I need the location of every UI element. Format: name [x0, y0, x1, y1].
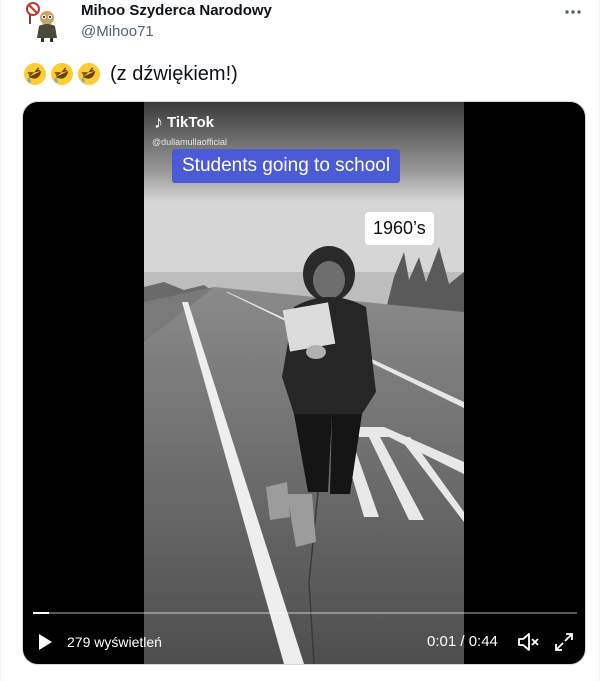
- video-frame[interactable]: ♪ TikTok @dullamullaofficial Students go…: [144, 102, 464, 664]
- tweet: Mihoo Szyderca Narodowy @Mihoo71 (z dźwi…: [0, 0, 600, 681]
- tweet-text-content: (z dźwiękiem!): [110, 63, 238, 85]
- rolling-on-floor-laughing-emoji: [77, 62, 101, 86]
- author-info: Mihoo Szyderca Narodowy @Mihoo71: [81, 2, 272, 42]
- avatar[interactable]: [25, 2, 65, 42]
- video-controls: 279 wyświetleń 0:01 / 0:44: [23, 622, 585, 662]
- volume-muted-icon[interactable]: [517, 631, 541, 653]
- play-icon[interactable]: [35, 632, 55, 652]
- tiktok-logo-icon: ♪: [154, 112, 163, 132]
- progress-fill: [33, 612, 50, 614]
- time-display: 0:01 / 0:44: [427, 633, 498, 650]
- tweet-text: (z dźwiękiem!): [23, 58, 238, 90]
- author-handle[interactable]: @Mihoo71: [81, 22, 272, 42]
- video-player[interactable]: ♪ TikTok @dullamullaofficial Students go…: [22, 101, 586, 665]
- view-count: 279 wyświetleń: [67, 634, 162, 650]
- rolling-on-floor-laughing-emoji: [50, 62, 74, 86]
- rolling-on-floor-laughing-emoji: [23, 62, 47, 86]
- tiktok-username: @dullamullaofficial: [152, 137, 228, 147]
- progress-bar[interactable]: [33, 612, 577, 614]
- more-horizontal-icon[interactable]: [563, 2, 583, 22]
- author-display-name[interactable]: Mihoo Szyderca Narodowy: [81, 2, 272, 20]
- fullscreen-icon[interactable]: [553, 631, 575, 653]
- tiktok-brand: TikTok: [167, 114, 214, 131]
- video-still-image: [144, 102, 464, 664]
- year-label: 1960’s: [365, 212, 434, 245]
- tiktok-watermark: ♪ TikTok: [154, 112, 214, 133]
- video-caption: Students going to school: [172, 149, 401, 183]
